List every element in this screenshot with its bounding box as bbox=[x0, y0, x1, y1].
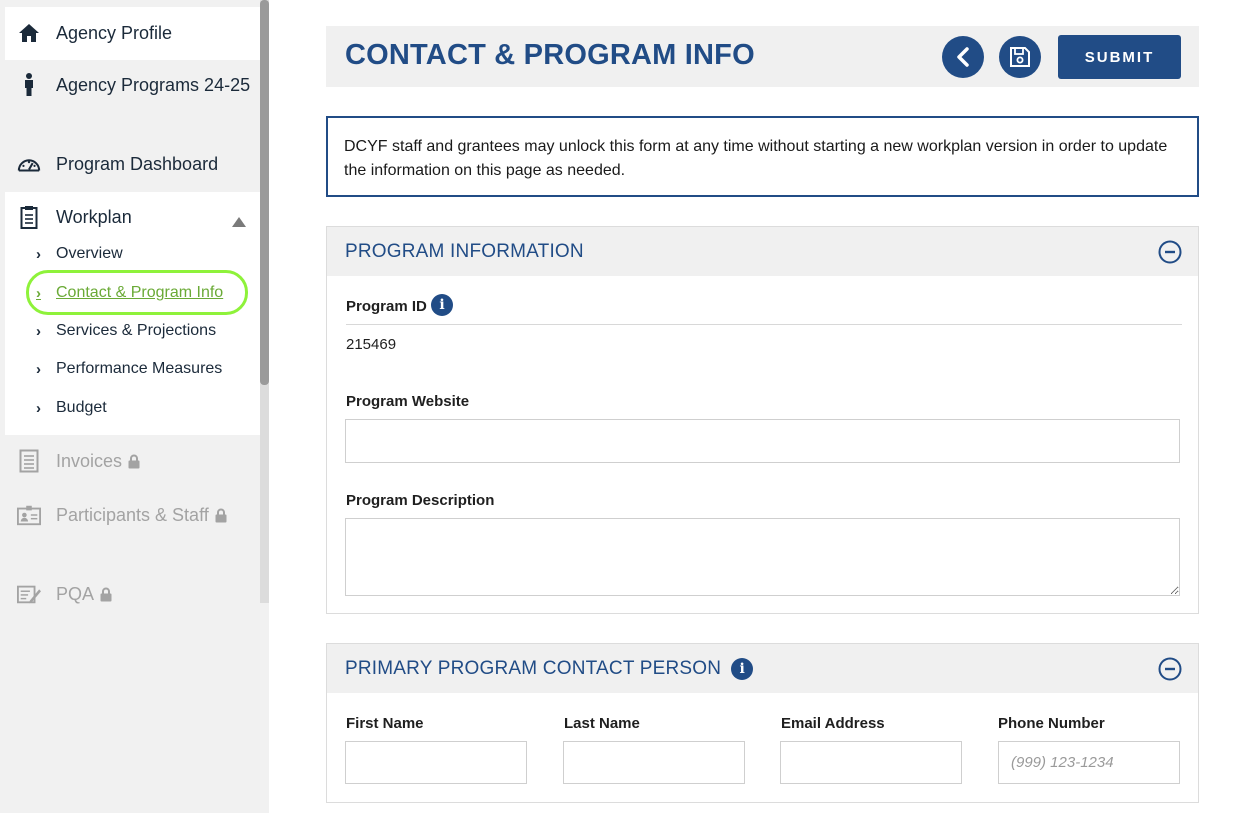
primary-contact-section: PRIMARY PROGRAM CONTACT PERSON i First N… bbox=[326, 643, 1199, 803]
first-name-label: First Name bbox=[346, 715, 424, 732]
phone-label: Phone Number bbox=[998, 715, 1105, 732]
sidebar-sub-overview[interactable]: › Overview bbox=[36, 245, 123, 263]
sidebar-item-label: Workplan bbox=[56, 207, 132, 227]
sidebar-sub-budget[interactable]: › Budget bbox=[36, 399, 107, 417]
document-icon bbox=[17, 449, 41, 473]
caret-up-icon[interactable] bbox=[232, 208, 248, 234]
chevron-right-icon: › bbox=[36, 245, 41, 263]
id-card-icon bbox=[17, 503, 41, 527]
sidebar-item-label: Invoices bbox=[56, 451, 123, 471]
sidebar-item-label: Agency Programs 24-25 bbox=[56, 75, 251, 95]
sidebar-sub-label: Budget bbox=[56, 399, 107, 416]
sidebar-item-invoices: Invoices bbox=[5, 448, 260, 476]
sidebar: Agency Profile Agency Programs 24-25 Pro… bbox=[0, 0, 269, 813]
chevron-right-icon: › bbox=[36, 284, 41, 302]
sidebar-scrollbar-thumb[interactable] bbox=[260, 0, 269, 385]
sidebar-item-label: Participants & Staff bbox=[56, 505, 209, 525]
last-name-label: Last Name bbox=[564, 715, 640, 732]
section-header[interactable]: PRIMARY PROGRAM CONTACT PERSON i bbox=[327, 644, 1198, 693]
email-label: Email Address bbox=[781, 715, 885, 732]
save-button[interactable] bbox=[999, 36, 1041, 78]
back-button[interactable] bbox=[942, 36, 984, 78]
info-icon[interactable]: i bbox=[731, 657, 754, 680]
unlock-notice: DCYF staff and grantees may unlock this … bbox=[326, 116, 1199, 197]
program-id-label: Program ID bbox=[346, 298, 427, 315]
chevron-right-icon: › bbox=[36, 399, 41, 417]
collapse-minus-icon[interactable] bbox=[1158, 657, 1182, 681]
sidebar-item-label: PQA bbox=[56, 584, 95, 604]
section-title: PRIMARY PROGRAM CONTACT PERSON bbox=[345, 657, 722, 679]
sidebar-item-pqa: PQA bbox=[5, 581, 260, 609]
first-name-input[interactable] bbox=[345, 741, 527, 784]
home-icon bbox=[17, 21, 41, 45]
sidebar-sub-performance-measures[interactable]: › Performance Measures bbox=[36, 360, 222, 378]
sidebar-sub-label: Overview bbox=[56, 245, 123, 262]
chevron-right-icon: › bbox=[36, 360, 41, 378]
chevron-left-icon bbox=[957, 47, 969, 67]
sidebar-item-program-dashboard[interactable]: Program Dashboard bbox=[5, 151, 260, 177]
person-icon bbox=[17, 73, 41, 97]
sidebar-sub-label: Contact & Program Info bbox=[56, 284, 224, 301]
program-website-input[interactable] bbox=[345, 419, 1180, 463]
lock-icon bbox=[100, 583, 112, 609]
clipboard-icon bbox=[17, 205, 41, 229]
program-description-label: Program Description bbox=[346, 492, 495, 509]
section-title: PROGRAM INFORMATION bbox=[345, 240, 584, 262]
sidebar-item-label: Agency Profile bbox=[56, 23, 173, 43]
sidebar-sub-services-projections[interactable]: › Services & Projections bbox=[36, 322, 216, 340]
sidebar-sub-contact-program-info[interactable]: › Contact & Program Info bbox=[36, 284, 223, 302]
last-name-input[interactable] bbox=[563, 741, 745, 784]
submit-button[interactable]: SUBMIT bbox=[1058, 35, 1181, 79]
sidebar-item-participants-staff: Participants & Staff bbox=[5, 502, 260, 530]
page-header: CONTACT & PROGRAM INFO SUBMIT bbox=[326, 26, 1199, 87]
section-header[interactable]: PROGRAM INFORMATION bbox=[327, 227, 1198, 276]
edit-list-icon bbox=[17, 582, 41, 606]
program-website-label: Program Website bbox=[346, 393, 470, 410]
phone-input[interactable] bbox=[998, 741, 1180, 784]
page-title: CONTACT & PROGRAM INFO bbox=[345, 39, 755, 71]
sidebar-item-agency-programs[interactable]: Agency Programs 24-25 bbox=[5, 72, 260, 98]
sidebar-item-agency-profile[interactable]: Agency Profile bbox=[5, 20, 260, 46]
sidebar-item-workplan[interactable]: Workplan bbox=[5, 204, 260, 234]
email-input[interactable] bbox=[780, 741, 962, 784]
floppy-disk-icon bbox=[1010, 47, 1030, 67]
lock-icon bbox=[128, 450, 140, 476]
chevron-right-icon: › bbox=[36, 322, 41, 340]
gauge-icon bbox=[17, 152, 41, 176]
sidebar-item-label: Program Dashboard bbox=[56, 154, 219, 174]
sidebar-sub-label: Services & Projections bbox=[56, 322, 217, 339]
info-icon[interactable]: i bbox=[431, 294, 453, 316]
program-information-section: PROGRAM INFORMATION Program ID i 215469 … bbox=[326, 226, 1199, 614]
lock-icon bbox=[215, 504, 227, 530]
divider bbox=[346, 324, 1182, 325]
program-id-value: 215469 bbox=[346, 336, 397, 353]
collapse-minus-icon[interactable] bbox=[1158, 240, 1182, 264]
sidebar-sub-label: Performance Measures bbox=[56, 360, 223, 377]
sidebar-scrollbar[interactable] bbox=[260, 0, 269, 603]
program-description-textarea[interactable] bbox=[345, 518, 1180, 596]
